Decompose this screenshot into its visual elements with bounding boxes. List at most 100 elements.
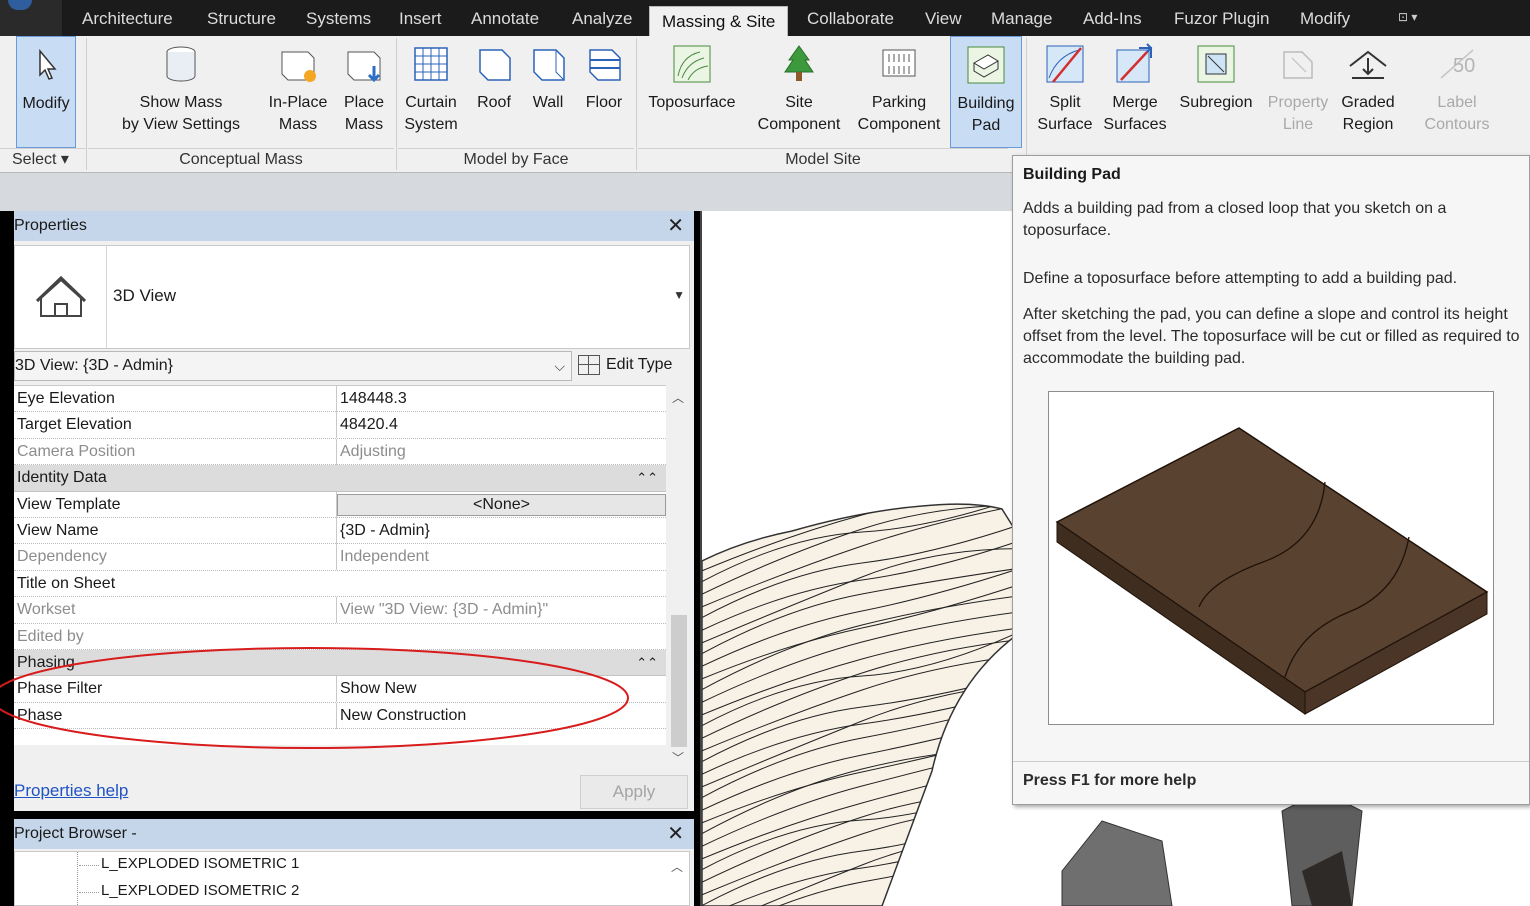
properties-grid: Eye Elevation 148448.3 Target Elevation 48… — [14, 385, 666, 745]
ribbon-tab-bar: Architecture Structure Systems Insert An… — [0, 0, 1530, 36]
tree-item[interactable]: L_EXPLODED ISOMETRIC 2 — [101, 882, 299, 899]
properties-close-button[interactable]: ✕ — [667, 211, 684, 241]
view-template-button[interactable]: <None> — [337, 493, 666, 516]
tab-manage[interactable]: Manage — [979, 4, 1064, 34]
graded-region-icon — [1349, 50, 1387, 79]
tooltip-title: Building Pad — [1023, 166, 1121, 183]
chevron-down-icon[interactable]: ▼ — [673, 288, 685, 302]
label-contours-button[interactable]: 50 Label Contours — [1414, 36, 1500, 148]
scroll-down-icon[interactable]: ﹀ — [672, 749, 684, 766]
property-row[interactable]: Title on Sheet — [14, 571, 666, 598]
application-menu-button[interactable] — [0, 0, 62, 36]
project-browser-tree: L_EXPLODED ISOMETRIC 1 L_EXPLODED ISOMET… — [14, 851, 690, 906]
tab-collaborate[interactable]: Collaborate — [795, 4, 906, 34]
properties-title: Properties — [14, 217, 87, 234]
roof-by-face-button[interactable]: Roof — [468, 36, 520, 148]
panel-title-model-by-face: Model by Face — [398, 148, 634, 172]
type-name: 3D View — [113, 286, 176, 305]
svg-text:50: 50 — [1453, 55, 1475, 77]
tooltip-description: After sketching the pad, you can define … — [1023, 306, 1520, 367]
site-component-button[interactable]: Site Component — [750, 36, 848, 148]
collapse-icon[interactable]: ⌃⌃ — [636, 650, 658, 676]
tab-view[interactable]: View — [913, 4, 974, 34]
floor-by-face-button[interactable]: Floor — [578, 36, 630, 148]
mass-cylinder-icon — [166, 46, 196, 82]
select-panel-dropdown[interactable]: Select ▾ — [0, 148, 86, 172]
house-icon — [35, 275, 87, 317]
wall-by-face-button[interactable]: Wall — [522, 36, 574, 148]
edit-type-icon — [578, 354, 600, 375]
graded-region-button[interactable]: Graded Region — [1336, 36, 1400, 148]
tab-architecture[interactable]: Architecture — [70, 4, 185, 34]
place-mass-icon — [347, 51, 381, 83]
property-row: Dependency Independent — [14, 544, 666, 571]
project-browser-close-button[interactable]: ✕ — [667, 819, 684, 849]
tab-structure[interactable]: Structure — [195, 4, 288, 34]
curtain-system-icon — [414, 47, 448, 81]
property-row: Workset View "3D View: {3D - Admin}" — [14, 597, 666, 624]
label-contours-icon: 50 — [1440, 49, 1475, 79]
property-group-identity-data[interactable]: Identity Data ⌃⌃ — [14, 465, 666, 492]
tooltip-description: Define a toposurface before attempting t… — [1023, 270, 1458, 287]
type-selector[interactable]: 3D View ▼ — [14, 245, 690, 349]
type-thumbnail — [15, 246, 107, 348]
project-browser-title: Project Browser - — [14, 825, 137, 842]
modify-button[interactable]: Modify — [16, 36, 76, 148]
split-surface-icon — [1046, 45, 1084, 83]
place-mass-button[interactable]: Place Mass — [336, 36, 392, 148]
window-edge — [0, 211, 14, 906]
in-place-mass-button[interactable]: In-Place Mass — [262, 36, 334, 148]
properties-header: Properties ✕ — [14, 211, 694, 241]
ribbon-minimize-button[interactable]: ⊡ ▾ — [1398, 10, 1438, 28]
properties-scrollbar[interactable]: ︿ ﹀ — [668, 385, 690, 771]
property-line-button[interactable]: Property Line — [1262, 36, 1334, 148]
edit-type-button[interactable]: Edit Type — [578, 351, 690, 381]
tooltip-divider — [1013, 761, 1529, 762]
building-pad-button[interactable]: Building Pad — [950, 36, 1022, 148]
property-row-phase[interactable]: Phase New Construction — [14, 702, 666, 730]
tab-systems[interactable]: Systems — [294, 4, 383, 34]
tooltip-help-hint: Press F1 for more help — [1023, 772, 1197, 789]
roof-face-icon — [479, 49, 511, 81]
curtain-system-button[interactable]: Curtain System — [398, 36, 464, 148]
property-row[interactable]: Target Elevation 48420.4 — [14, 412, 666, 439]
properties-help-link[interactable]: Properties help — [14, 781, 128, 801]
cursor-arrow-icon — [39, 48, 57, 80]
toposurface-icon — [673, 45, 711, 83]
wall-face-icon — [533, 49, 565, 81]
scroll-up-icon[interactable]: ︿ — [671, 858, 683, 875]
property-group-phasing[interactable]: Phasing ⌃⌃ — [14, 649, 666, 677]
panel-title-model-site: Model Site — [638, 148, 1008, 172]
merge-surfaces-icon — [1116, 43, 1153, 83]
tree-item[interactable]: L_EXPLODED ISOMETRIC 1 — [101, 855, 299, 872]
show-mass-button[interactable]: Show Mass by View Settings — [108, 36, 254, 148]
property-row-phase-filter[interactable]: Phase Filter Show New — [14, 676, 666, 703]
parking-icon — [882, 49, 916, 77]
tab-add-ins[interactable]: Add-Ins — [1071, 4, 1154, 34]
property-row: Edited by — [14, 624, 666, 650]
subregion-button[interactable]: Subregion — [1172, 36, 1260, 148]
toposurface-button[interactable]: Toposurface — [640, 36, 744, 148]
property-row[interactable]: View Template <None> — [14, 491, 666, 518]
tab-insert[interactable]: Insert — [387, 4, 454, 34]
apply-button[interactable]: Apply — [580, 775, 688, 809]
property-row[interactable]: View Name {3D - Admin} — [14, 517, 666, 545]
split-surface-button[interactable]: Split Surface — [1034, 36, 1096, 148]
parking-component-button[interactable]: Parking Component — [852, 36, 946, 148]
panel-title-conceptual-mass: Conceptual Mass — [88, 148, 394, 172]
scroll-up-icon[interactable]: ︿ — [672, 389, 684, 406]
property-row[interactable]: Eye Elevation 148448.3 — [14, 386, 666, 413]
tab-massing-site[interactable]: Massing & Site — [649, 6, 789, 36]
project-browser-header: Project Browser - ✕ — [14, 819, 694, 849]
instance-filter-dropdown[interactable]: 3D View: {3D - Admin} ⌵ — [14, 351, 572, 381]
tab-fuzor-plugin[interactable]: Fuzor Plugin — [1162, 4, 1281, 34]
ribbon-panel: Modify Show Mass by View Settings In-Plac… — [0, 36, 1530, 173]
tab-annotate[interactable]: Annotate — [459, 4, 551, 34]
properties-palette: Properties ✕ 3D View ▼ 3D View: {3D - Ad… — [14, 211, 694, 811]
tab-analyze[interactable]: Analyze — [560, 4, 644, 34]
scrollbar-thumb[interactable] — [671, 615, 687, 747]
subregion-icon — [1197, 45, 1235, 83]
collapse-icon[interactable]: ⌃⌃ — [636, 465, 658, 491]
merge-surfaces-button[interactable]: Merge Surfaces — [1100, 36, 1170, 148]
tab-modify[interactable]: Modify — [1288, 4, 1362, 34]
